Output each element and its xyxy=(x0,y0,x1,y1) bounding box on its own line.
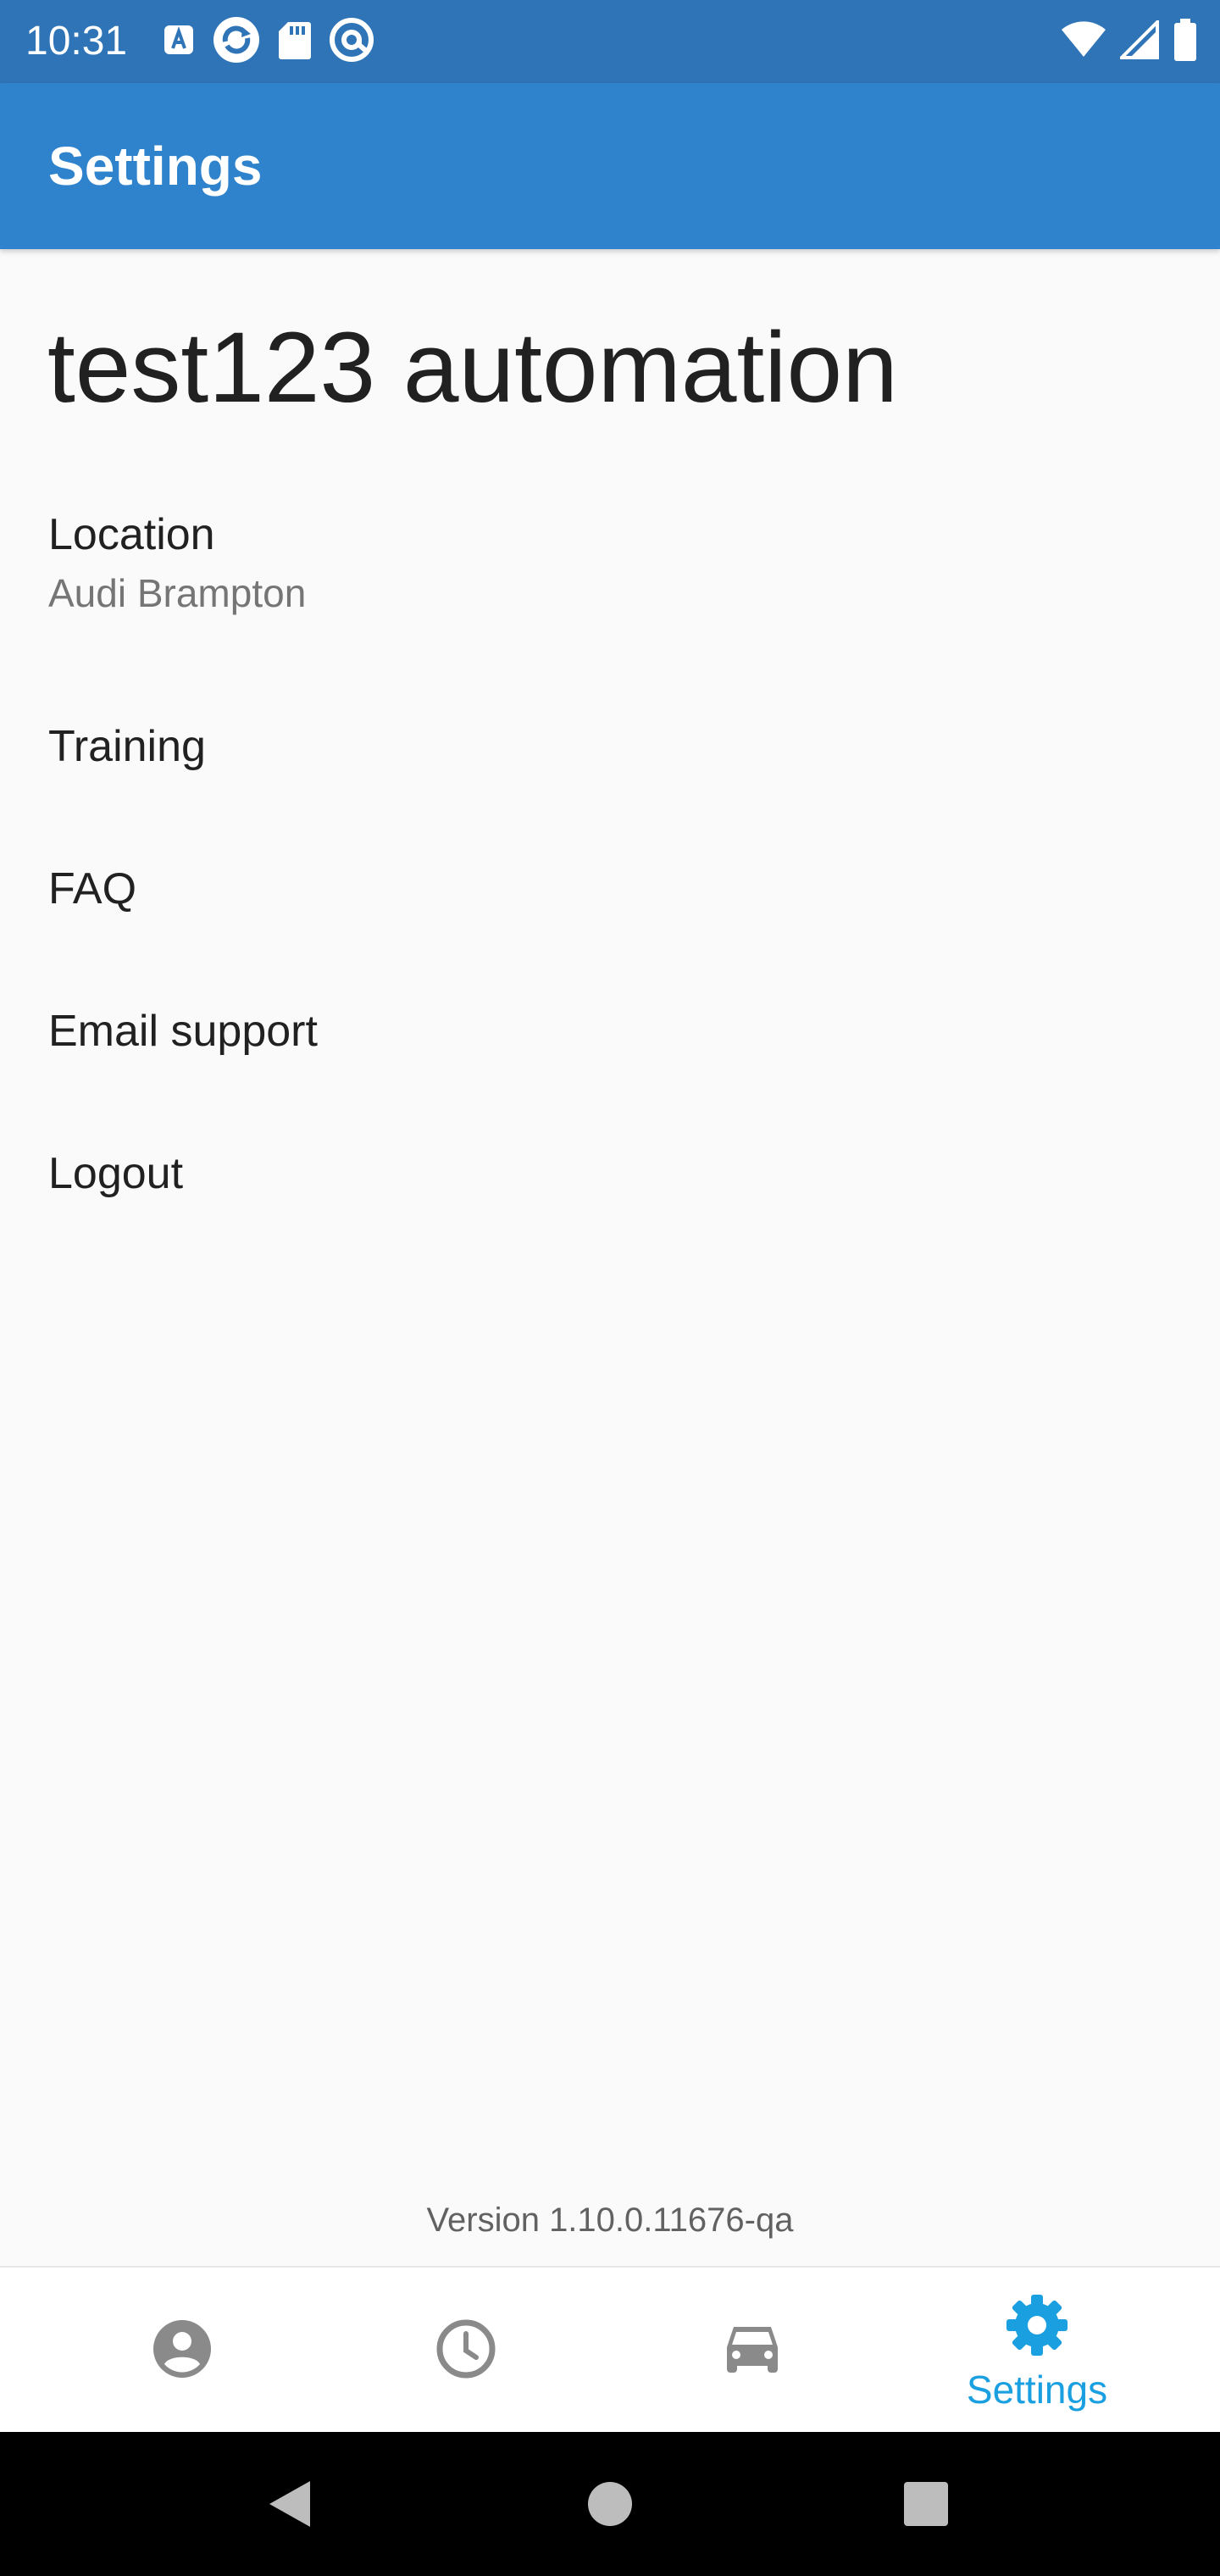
settings-item-faq[interactable]: FAQ xyxy=(0,849,1220,976)
back-icon xyxy=(261,2481,320,2537)
battery-icon xyxy=(1173,18,1198,65)
settings-item-location-value: Audi Brampton xyxy=(48,571,307,615)
user-name: test123 automation xyxy=(47,312,898,424)
nav-item-settings[interactable]: Settings xyxy=(901,2268,1173,2432)
settings-item-faq-label: FAQ xyxy=(48,864,137,913)
system-nav-bar xyxy=(0,2432,1220,2576)
nav-item-settings-label: Settings xyxy=(966,2368,1108,2412)
sync-app-icon xyxy=(212,15,261,69)
page-title: Settings xyxy=(48,136,263,197)
settings-item-logout[interactable]: Logout xyxy=(0,1134,1220,1261)
cell-signal-icon xyxy=(1117,17,1159,64)
settings-item-training-label: Training xyxy=(48,722,206,771)
nav-item-history[interactable] xyxy=(330,2268,602,2432)
home-button[interactable] xyxy=(580,2474,640,2534)
at-sign-icon xyxy=(329,17,374,67)
version-label: Version 1.10.0.11676-qa xyxy=(426,2201,794,2239)
status-bar: 10:31 xyxy=(0,0,1220,83)
settings-item-training[interactable]: Training xyxy=(0,707,1220,834)
status-time: 10:31 xyxy=(25,19,128,64)
settings-item-location[interactable]: Location Audi Brampton xyxy=(0,495,1220,639)
settings-item-location-label: Location xyxy=(48,510,215,559)
settings-item-email-support-label: Email support xyxy=(48,1007,318,1056)
a-badge-icon xyxy=(163,24,195,60)
gear-icon xyxy=(1005,2293,1069,2362)
nav-item-vehicles[interactable] xyxy=(617,2268,888,2432)
clock-icon xyxy=(435,2318,496,2384)
recents-icon xyxy=(896,2482,956,2537)
settings-item-email-support[interactable]: Email support xyxy=(0,991,1220,1119)
car-icon xyxy=(724,2323,781,2379)
sd-card-icon xyxy=(278,20,312,64)
wifi-icon xyxy=(1061,20,1106,63)
nav-item-account[interactable] xyxy=(47,2268,318,2432)
status-icons-right xyxy=(1061,17,1198,66)
bottom-nav: Settings xyxy=(0,2266,1220,2432)
home-icon xyxy=(580,2482,640,2537)
settings-content: test123 automation Location Audi Brampto… xyxy=(0,249,1220,2266)
status-icons-left xyxy=(163,15,374,69)
back-button[interactable] xyxy=(261,2474,320,2534)
recents-button[interactable] xyxy=(896,2474,956,2534)
settings-item-logout-label: Logout xyxy=(48,1149,184,1198)
app-bar: Settings xyxy=(0,83,1220,249)
account-icon xyxy=(152,2318,213,2384)
